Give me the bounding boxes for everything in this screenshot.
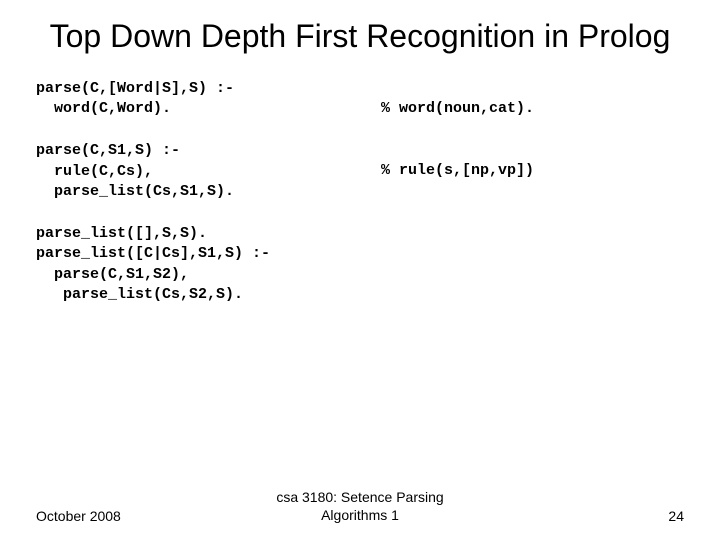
footer: October 2008 csa 3180: Setence ParsingAl… [0, 484, 720, 524]
code-block-3: parse_list([],S,S). parse_list([C|Cs],S1… [36, 224, 684, 305]
code-block-2-left: parse(C,S1,S) :- rule(C,Cs), parse_list(… [36, 141, 381, 202]
slide: Top Down Depth First Recognition in Prol… [0, 0, 720, 540]
footer-course: csa 3180: Setence ParsingAlgorithms 1 [276, 489, 443, 524]
code-block-1-comment: % word(noun,cat). [381, 79, 534, 119]
slide-title: Top Down Depth First Recognition in Prol… [36, 18, 684, 55]
footer-page-number: 24 [668, 508, 684, 524]
footer-date: October 2008 [36, 508, 121, 524]
code-block-2-comment: % rule(s,[np,vp]) [381, 141, 534, 181]
code-block-1: parse(C,[Word|S],S) :- word(C,Word). % w… [36, 79, 684, 120]
slide-content: parse(C,[Word|S],S) :- word(C,Word). % w… [36, 79, 684, 540]
code-block-1-left: parse(C,[Word|S],S) :- word(C,Word). [36, 79, 381, 120]
code-block-2: parse(C,S1,S) :- rule(C,Cs), parse_list(… [36, 141, 684, 202]
